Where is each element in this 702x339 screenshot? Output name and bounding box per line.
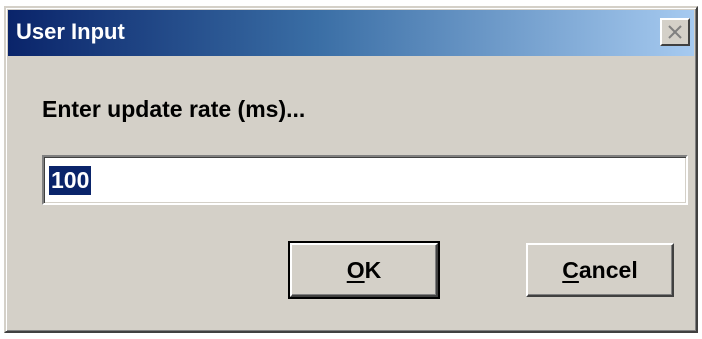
title-bar[interactable]: User Input bbox=[8, 10, 694, 56]
ok-mnemonic: O bbox=[346, 257, 365, 283]
cancel-label-rest: ancel bbox=[578, 257, 638, 283]
close-button[interactable] bbox=[660, 18, 690, 46]
update-rate-input[interactable]: 100 bbox=[42, 155, 688, 205]
ok-label-rest: K bbox=[364, 257, 382, 283]
window-title: User Input bbox=[16, 19, 125, 44]
cancel-mnemonic: C bbox=[562, 257, 579, 283]
user-input-dialog: User Input Enter update rate (ms)... 100… bbox=[4, 6, 698, 333]
prompt-label: Enter update rate (ms)... bbox=[42, 96, 306, 122]
ok-button[interactable]: OK bbox=[288, 241, 440, 299]
close-icon bbox=[668, 25, 682, 39]
cancel-button[interactable]: Cancel bbox=[526, 243, 674, 297]
update-rate-value[interactable]: 100 bbox=[49, 166, 92, 195]
